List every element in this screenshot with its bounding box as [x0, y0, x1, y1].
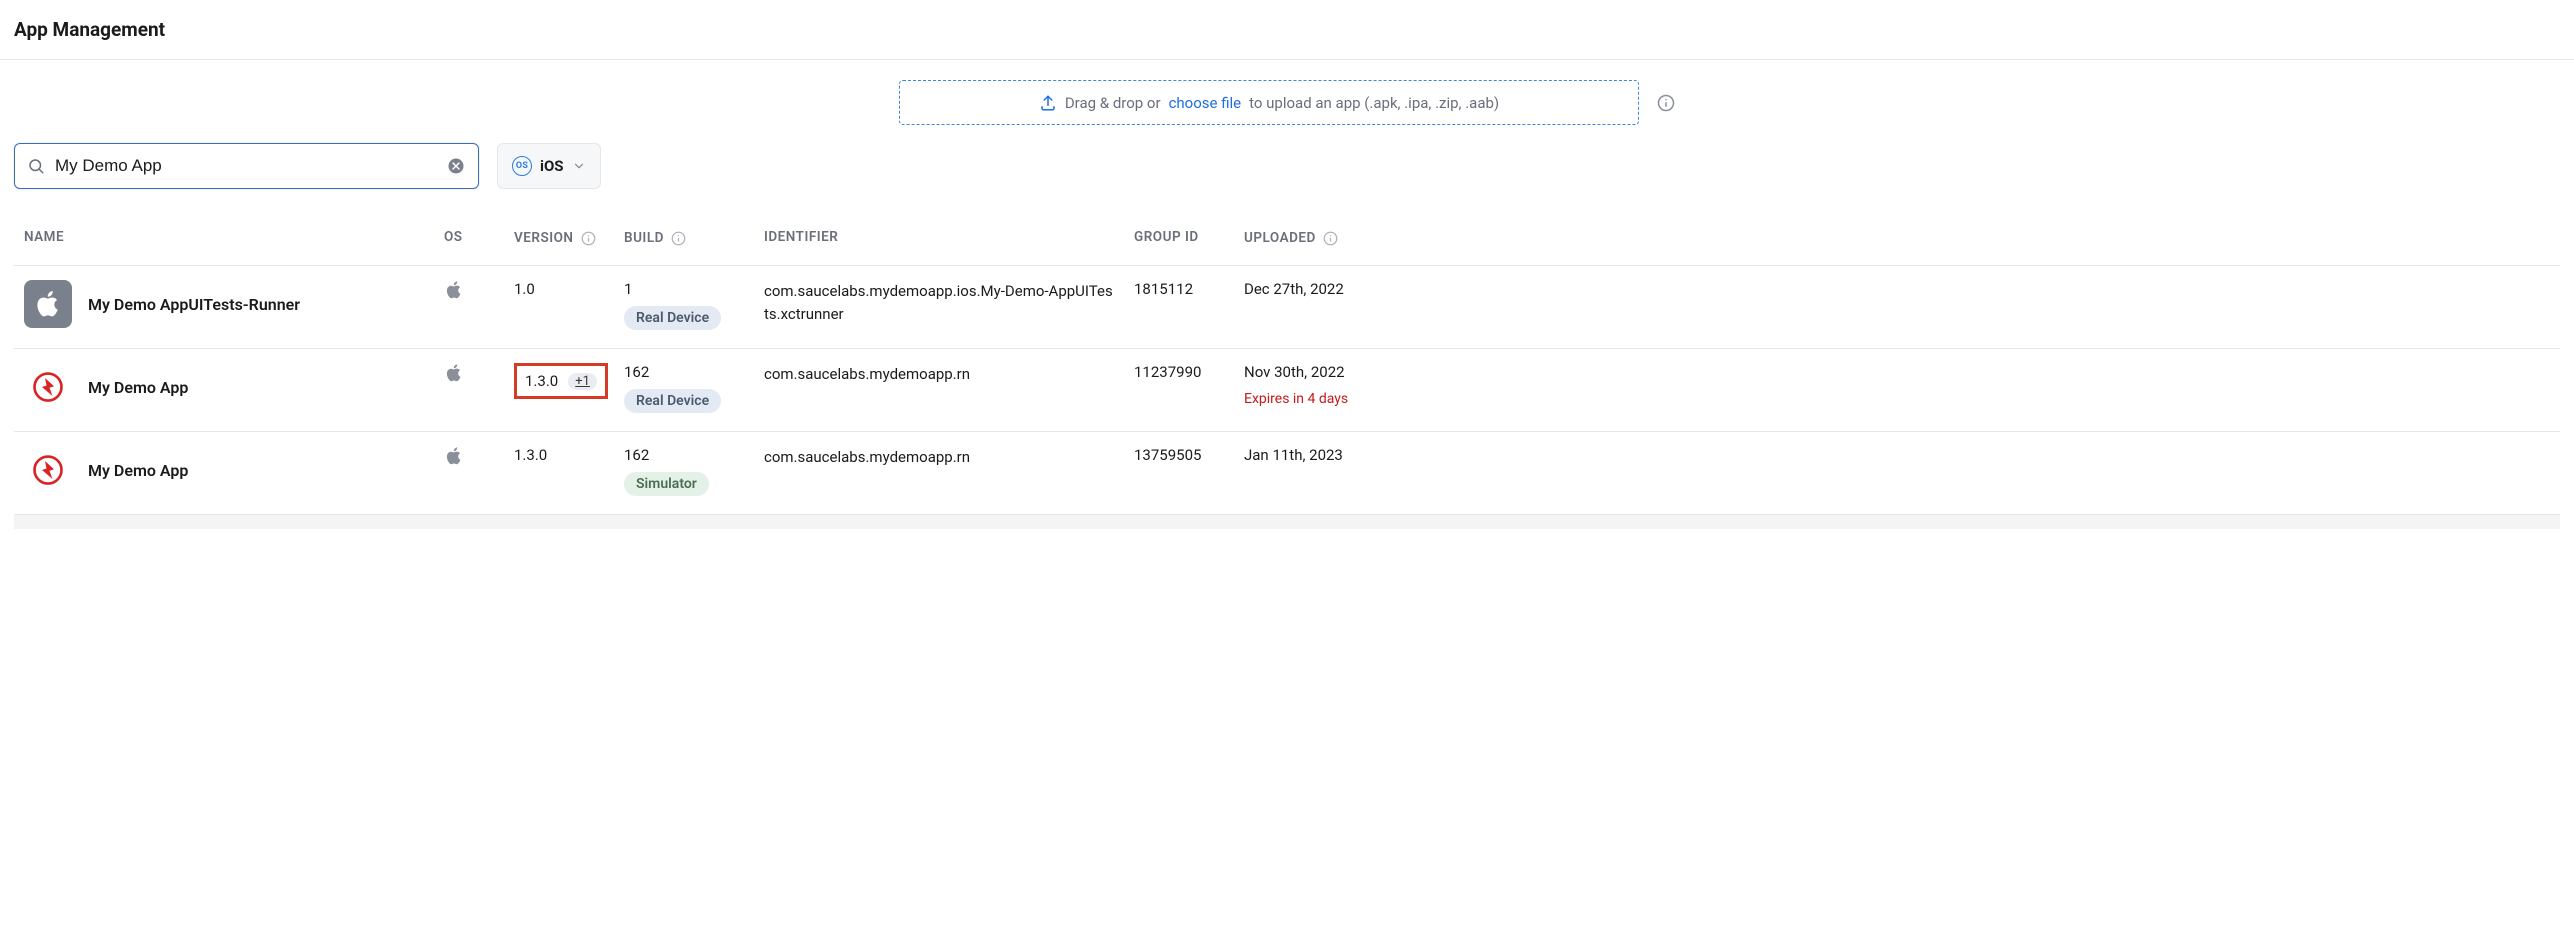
bolt-app-icon: [24, 363, 72, 411]
build-number: 1: [624, 280, 632, 298]
search-icon: [27, 157, 45, 175]
os-cell: [444, 280, 514, 300]
upload-text-suffix: to upload an app (.apk, .ipa, .zip, .aab…: [1249, 94, 1499, 112]
os-badge-icon: OS: [512, 156, 532, 176]
expires-text: Expires in 4 days: [1244, 391, 1384, 407]
build-number: 162: [624, 446, 649, 464]
table-row[interactable]: My Demo App 1.3.0 162 Simulator com.saucelab…: [14, 432, 2560, 515]
os-filter-dropdown[interactable]: OS iOS: [497, 143, 601, 189]
apple-os-icon: [444, 363, 464, 383]
table-row[interactable]: My Demo App 1.3.0 +1 162 Real Device com.sauc…: [14, 349, 2560, 432]
version-cell: 1.0: [514, 280, 624, 298]
build-cell: 162 Simulator: [624, 446, 764, 496]
app-name: My Demo App: [88, 461, 188, 480]
uploaded-date: Dec 27th, 2022: [1244, 280, 1384, 298]
version-value: 1.3.0: [525, 372, 558, 390]
bolt-app-icon: [24, 446, 72, 494]
identifier-cell: com.saucelabs.mydemoapp.rn: [764, 446, 1114, 469]
group-id-cell: 13759505: [1134, 446, 1244, 464]
search-input[interactable]: [55, 156, 446, 176]
th-identifier: IDENTIFIER: [764, 229, 1134, 245]
search-box[interactable]: [14, 143, 479, 189]
os-cell: [444, 363, 514, 383]
uploaded-date: Nov 30th, 2022: [1244, 363, 1384, 381]
uploaded-cell: Nov 30th, 2022 Expires in 4 days: [1244, 363, 1384, 407]
table-header: NAME OS VERSION BUILD IDENTIFIER GROUP I…: [14, 213, 2560, 266]
os-cell: [444, 446, 514, 466]
apple-os-icon: [444, 280, 464, 300]
th-os: OS: [444, 229, 514, 245]
th-build: BUILD: [624, 229, 764, 247]
app-name: My Demo App: [88, 378, 188, 397]
th-name: NAME: [24, 229, 444, 245]
uploaded-cell: Dec 27th, 2022: [1244, 280, 1384, 298]
version-value: 1.3.0: [514, 446, 547, 464]
page-title: App Management: [14, 18, 2560, 41]
version-cell: 1.3.0: [514, 446, 624, 464]
th-version: VERSION: [514, 229, 624, 247]
real-device-pill: Real Device: [624, 389, 721, 413]
upload-icon: [1039, 94, 1057, 112]
clear-icon[interactable]: [446, 156, 466, 176]
version-cell: 1.3.0 +1: [514, 363, 624, 399]
upload-info-icon[interactable]: [1657, 94, 1675, 112]
identifier-cell: com.saucelabs.mydemoapp.rn: [764, 363, 1114, 386]
chevron-down-icon: [572, 159, 586, 173]
upload-zone[interactable]: Drag & drop or choose file to upload an …: [899, 80, 1639, 125]
build-info-icon[interactable]: [670, 229, 688, 247]
apple-os-icon: [444, 446, 464, 466]
build-cell: 1 Real Device: [624, 280, 764, 330]
version-value: 1.0: [514, 280, 535, 298]
name-cell: My Demo App: [24, 446, 444, 494]
version-highlight: 1.3.0 +1: [514, 363, 608, 399]
os-filter-label: iOS: [540, 157, 564, 175]
th-group-id: GROUP ID: [1134, 229, 1244, 245]
uploaded-info-icon[interactable]: [1322, 229, 1340, 247]
real-device-pill: Real Device: [624, 306, 721, 330]
identifier-cell: com.saucelabs.mydemoapp.ios.My-Demo-AppU…: [764, 280, 1114, 327]
build-number: 162: [624, 363, 649, 381]
upload-text-prefix: Drag & drop or: [1065, 94, 1161, 112]
group-id-cell: 1815112: [1134, 280, 1244, 298]
app-name: My Demo AppUITests-Runner: [88, 295, 300, 314]
group-id-cell: 11237990: [1134, 363, 1244, 381]
apps-table: NAME OS VERSION BUILD IDENTIFIER GROUP I…: [14, 213, 2560, 515]
build-cell: 162 Real Device: [624, 363, 764, 413]
upload-choose-file-link[interactable]: choose file: [1169, 94, 1242, 112]
table-row[interactable]: My Demo AppUITests-Runner 1.0 1 Real Device…: [14, 266, 2560, 349]
table-footer: [14, 515, 2560, 529]
simulator-pill: Simulator: [624, 472, 709, 496]
name-cell: My Demo App: [24, 363, 444, 411]
th-uploaded: UPLOADED: [1244, 229, 1384, 247]
uploaded-date: Jan 11th, 2023: [1244, 446, 1384, 464]
apple-app-icon: [24, 280, 72, 328]
version-info-icon[interactable]: [579, 229, 597, 247]
name-cell: My Demo AppUITests-Runner: [24, 280, 444, 328]
version-extra-badge[interactable]: +1: [568, 373, 597, 390]
uploaded-cell: Jan 11th, 2023: [1244, 446, 1384, 464]
